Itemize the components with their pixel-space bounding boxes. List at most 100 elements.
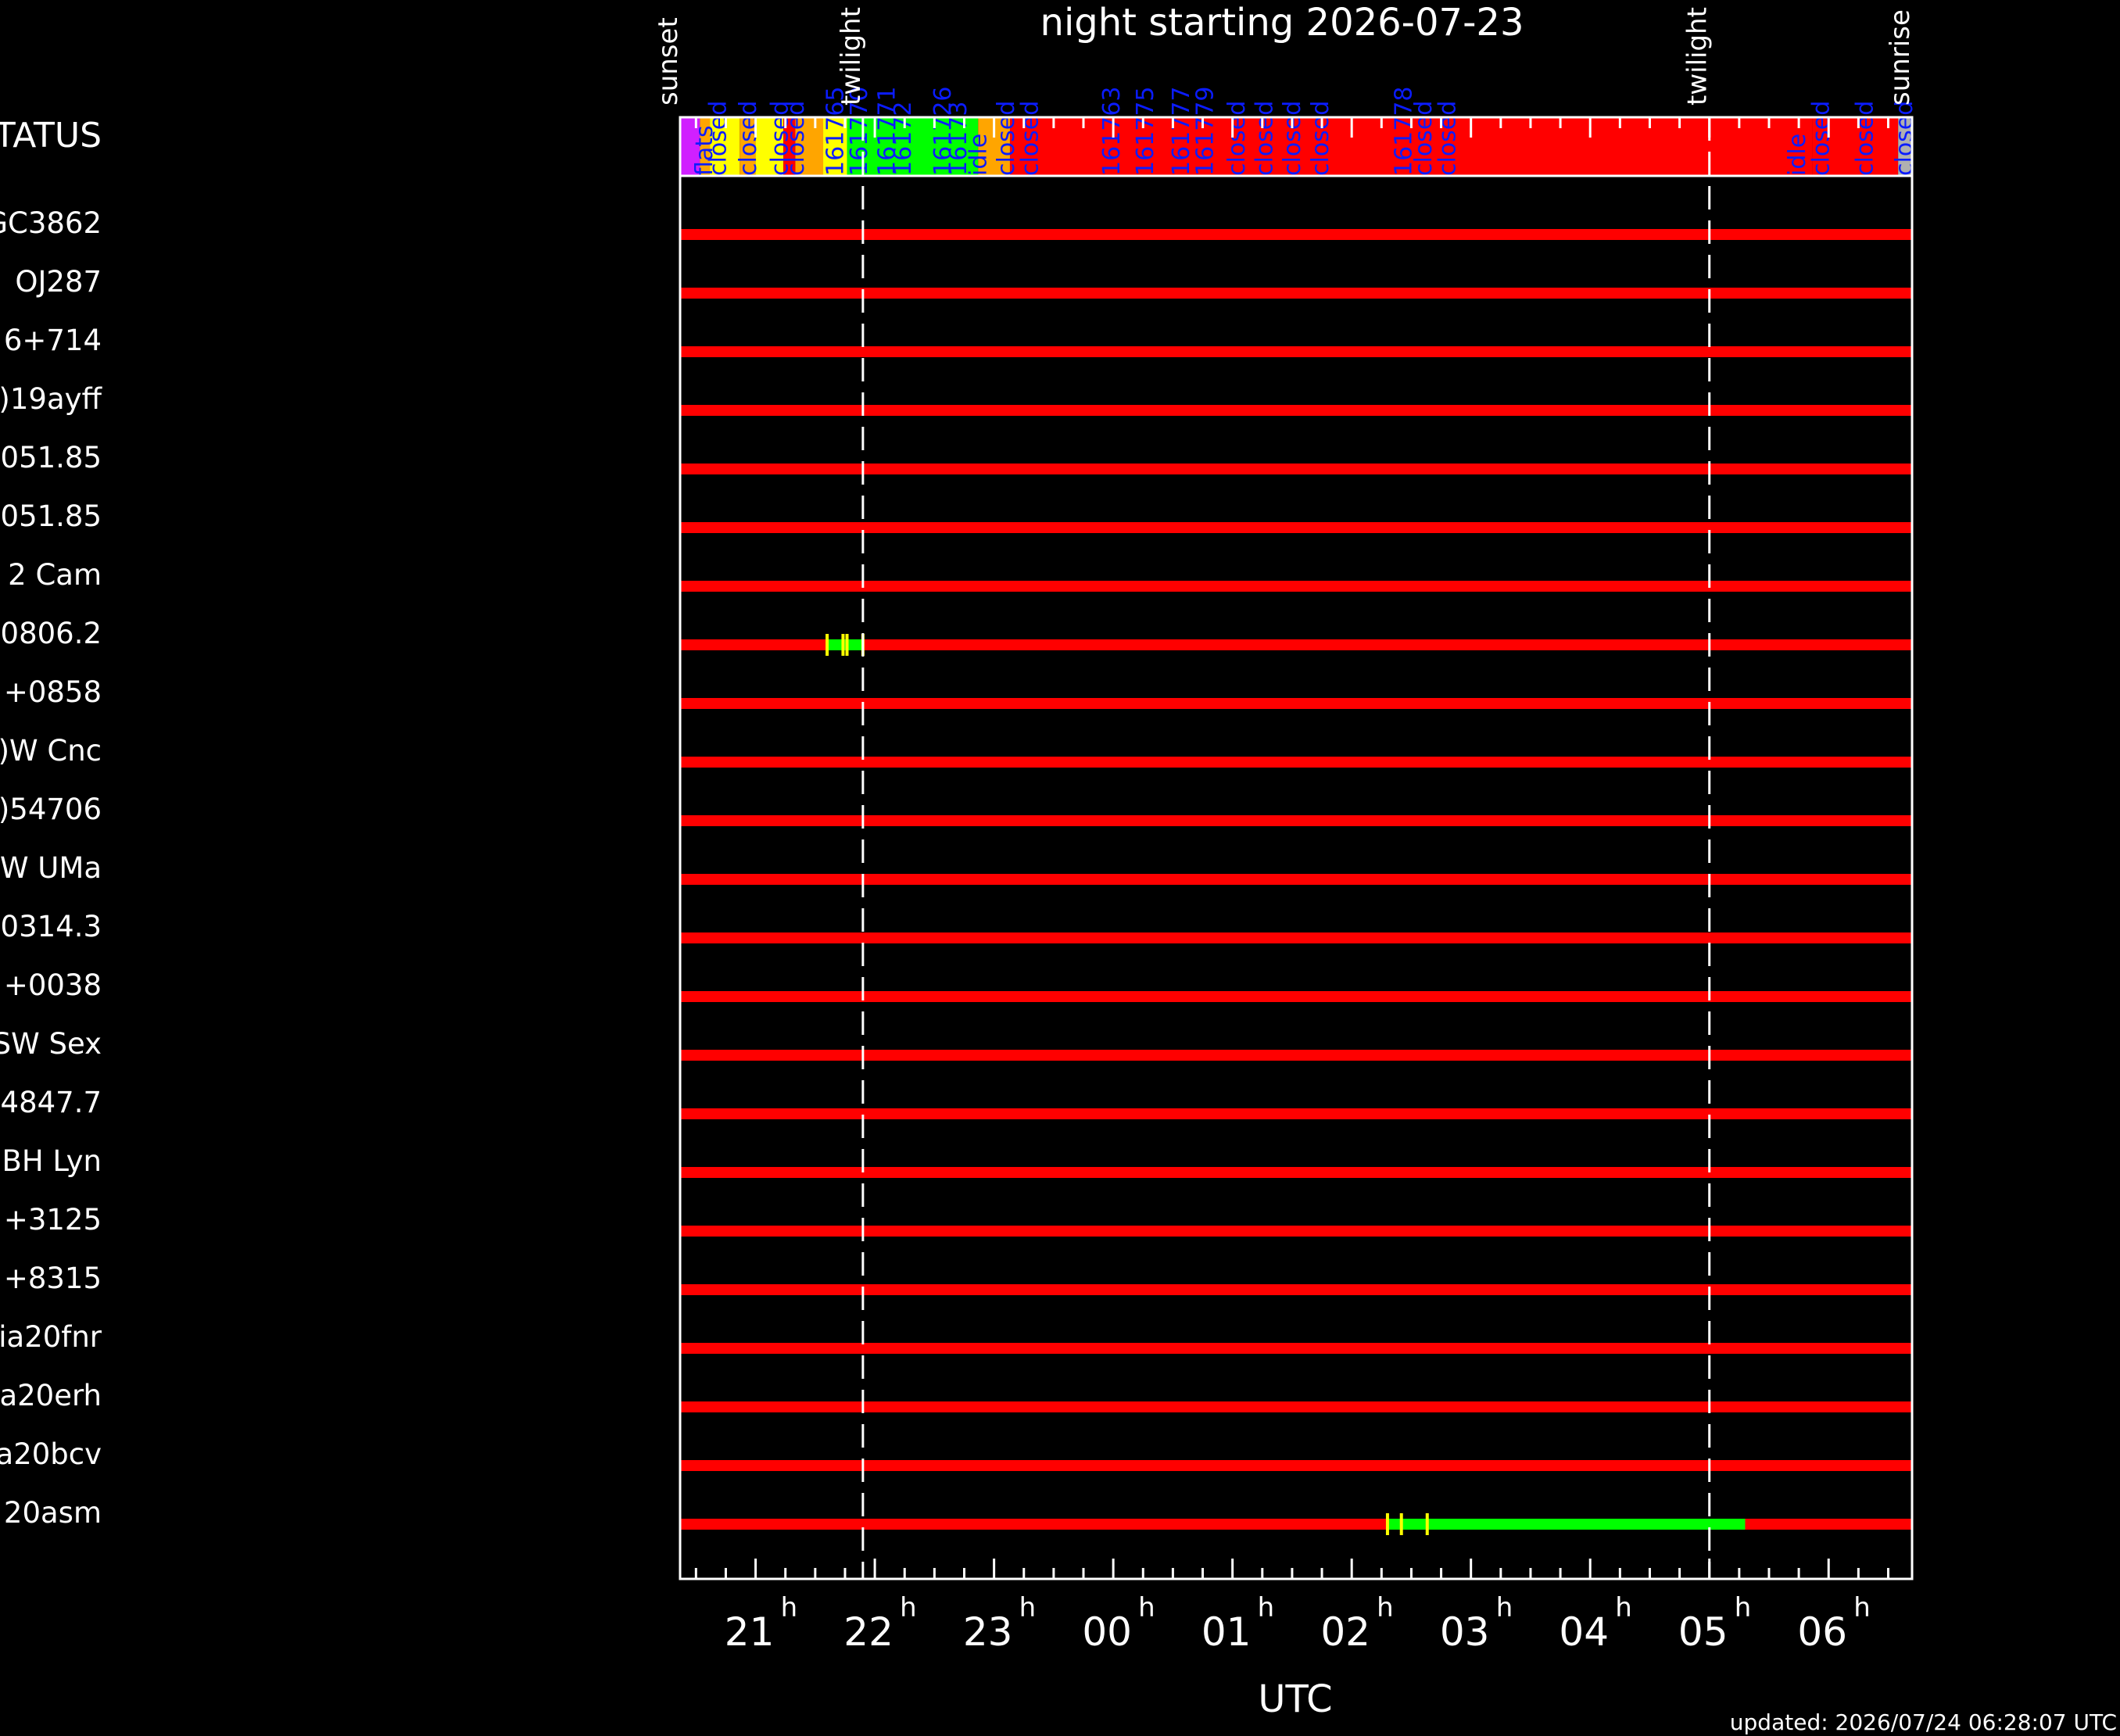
tick-sup: h	[1615, 1592, 1632, 1623]
status-label: closed	[1307, 101, 1334, 176]
status-label: closed	[1807, 101, 1835, 176]
observable-window	[680, 1401, 1912, 1412]
observable-window	[680, 522, 1912, 533]
observable-window	[680, 464, 1912, 474]
status-label: closed	[1252, 101, 1279, 176]
status-label: closed	[1279, 101, 1306, 176]
target-name: a20bcv	[0, 1437, 102, 1471]
target-name: 6+714	[4, 324, 102, 357]
tick-label: 00	[1082, 1609, 1132, 1655]
observable-window	[680, 581, 1912, 592]
tick-label: 05	[1678, 1609, 1728, 1655]
status-label: closed	[1891, 101, 1918, 176]
target-name: )W UMa	[0, 851, 102, 885]
tick-sup: h	[900, 1592, 917, 1623]
tick-label: 21	[725, 1609, 775, 1655]
exposure-mark	[841, 634, 845, 656]
status-label: closed	[1017, 101, 1044, 176]
target-name: GC3862	[0, 206, 102, 240]
x-axis-label: UTC	[1258, 1677, 1332, 1721]
observable-window	[680, 1167, 1912, 1178]
tick-label: 01	[1201, 1609, 1252, 1655]
target-name: 2 Cam	[8, 558, 102, 592]
exposure-mark	[825, 634, 829, 656]
observable-window	[680, 932, 1912, 943]
target-name: )W Cnc	[0, 734, 102, 768]
observable-window	[680, 1108, 1912, 1119]
chart-title: night starting 2026-07-23	[1040, 1, 1524, 45]
target-name: +8315	[4, 1262, 102, 1295]
event-label: sunrise	[1885, 9, 1916, 106]
observable-window	[680, 991, 1912, 1002]
tick-sup: h	[1377, 1592, 1394, 1623]
observable-window	[680, 1050, 1912, 1061]
target-name: 051.85	[1, 441, 102, 474]
target-name: +3125	[4, 1203, 102, 1237]
tick-label: 03	[1440, 1609, 1490, 1655]
target-name: 051.85	[1, 499, 102, 533]
target-name: BH Lyn	[2, 1144, 102, 1178]
tick-sup: h	[1853, 1592, 1871, 1623]
tick-label: 06	[1797, 1609, 1847, 1655]
target-name: 20asm	[4, 1496, 102, 1530]
target-name: )19ayff	[0, 382, 103, 416]
observable-window	[680, 815, 1912, 826]
observable-window	[680, 288, 1912, 299]
status-label: idle	[965, 134, 993, 176]
observable-window	[680, 1284, 1912, 1295]
target-name: )54706	[0, 793, 102, 826]
tick-sup: h	[1496, 1592, 1513, 1623]
observable-window	[680, 874, 1912, 885]
status-label: 161775	[1132, 86, 1159, 176]
target-name: 0314.3	[1, 910, 102, 943]
tick-sup: h	[1735, 1592, 1752, 1623]
target-name: OJ287	[15, 265, 102, 299]
observable-window	[680, 639, 1912, 650]
observable-window	[680, 698, 1912, 709]
status-label: closed	[735, 101, 762, 176]
status-label: closed	[1434, 101, 1462, 176]
status-label: closed	[1223, 101, 1251, 176]
tick-label: 23	[963, 1609, 1013, 1655]
status-label: closed	[1851, 101, 1878, 176]
tick-label: 02	[1320, 1609, 1370, 1655]
tick-label: 22	[843, 1609, 893, 1655]
exposure-mark	[1385, 1513, 1389, 1535]
target-name: a20erh	[0, 1379, 102, 1412]
target-name: +0038	[4, 968, 102, 1002]
schedule-chart: night starting 2026-07-23 STATUS flatscl…	[0, 1, 2117, 1735]
observable-window	[680, 1460, 1912, 1471]
observable-window	[680, 757, 1912, 768]
target-name: 4847.7	[1, 1086, 102, 1119]
target-name: ia20fnr	[0, 1320, 102, 1354]
updated-timestamp: updated: 2026/07/24 06:28:07 UTC	[1730, 1709, 2117, 1735]
tick-label: 04	[1559, 1609, 1609, 1655]
tick-sup: h	[1138, 1592, 1155, 1623]
status-label: closed	[782, 101, 810, 176]
target-name: 0806.2	[1, 617, 102, 650]
tick-sup: h	[781, 1592, 798, 1623]
event-label: sunset	[653, 17, 684, 106]
status-label: STATUS	[0, 116, 102, 156]
status-label: 161763	[1098, 86, 1126, 176]
target-name: +0858	[4, 675, 102, 709]
target-name: SW Sex	[0, 1027, 102, 1061]
observable-window	[680, 346, 1912, 357]
event-label: twilight	[836, 7, 867, 106]
status-label: closed	[705, 101, 732, 176]
status-label: 16172	[890, 102, 917, 176]
observable-window	[680, 229, 1912, 240]
observed-window	[1387, 1519, 1746, 1530]
exposure-mark	[1425, 1513, 1429, 1535]
tick-sup: h	[1019, 1592, 1037, 1623]
exposure-mark	[845, 634, 849, 656]
observable-window	[680, 1226, 1912, 1237]
tick-sup: h	[1258, 1592, 1275, 1623]
exposure-mark	[1399, 1513, 1403, 1535]
observable-window	[680, 1343, 1912, 1354]
target-rows: GC3862 OJ287 6+714 )19ayff 051.85 051.85 2 Cam…	[0, 174, 1914, 1580]
status-label: 161779	[1191, 86, 1219, 176]
observed-window	[827, 639, 863, 650]
observable-window	[680, 405, 1912, 416]
event-label: twilight	[1682, 7, 1714, 106]
